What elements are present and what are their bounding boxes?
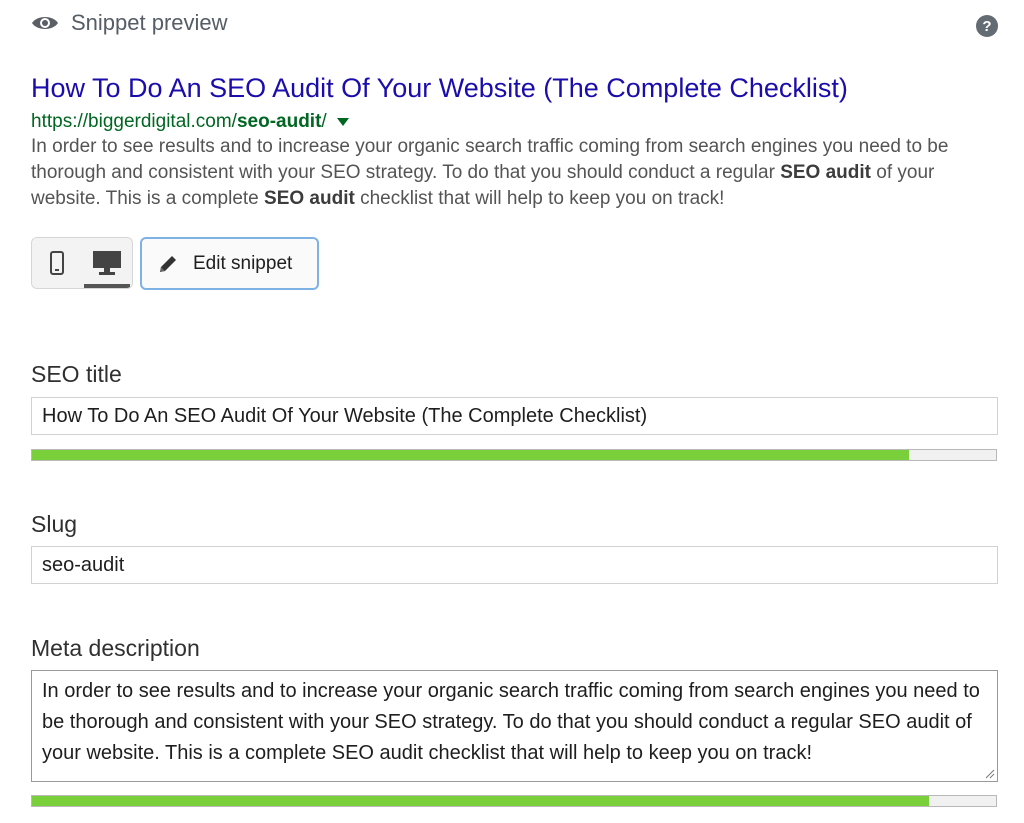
seo-title-progress-fill: [32, 450, 910, 460]
edit-snippet-label: Edit snippet: [193, 252, 293, 274]
seo-title-label: SEO title: [31, 361, 122, 387]
meta-description-label: Meta description: [31, 635, 200, 661]
desktop-preview-button[interactable]: [82, 238, 132, 288]
pencil-icon: [160, 255, 176, 272]
url-base: https://biggerdigital.com/: [31, 111, 237, 132]
preview-mode-switcher: [31, 237, 133, 289]
desc-keyword: SEO audit: [780, 162, 871, 183]
slug-label: Slug: [31, 511, 78, 537]
desktop-monitor-icon: [93, 251, 121, 275]
slug-input[interactable]: seo-audit: [31, 546, 998, 584]
meta-description-text: In order to see results and to increase …: [42, 680, 980, 764]
eye-icon: [31, 13, 59, 33]
seo-title-progress-bar: [31, 449, 997, 461]
url-slug: seo-audit: [236, 111, 322, 132]
edit-snippet-button[interactable]: Edit snippet: [140, 237, 319, 290]
url-trailing: /: [321, 111, 327, 132]
meta-description-progress-fill: [32, 796, 929, 806]
desc-keyword: SEO audit: [264, 188, 355, 209]
seo-title-input[interactable]: How To Do An SEO Audit Of Your Website (…: [31, 397, 998, 435]
snippet-preview-header: Snippet preview: [31, 8, 228, 38]
resize-handle-icon[interactable]: [985, 769, 995, 779]
snippet-description: In order to see results and to increase …: [31, 134, 1001, 212]
meta-description-progress-bar: [31, 795, 997, 807]
meta-description-textarea[interactable]: In order to see results and to increase …: [31, 670, 998, 782]
desc-text: checklist that will help to keep you on …: [354, 188, 725, 209]
snippet-preview-label: Snippet preview: [71, 10, 228, 35]
mobile-preview-button[interactable]: [32, 238, 82, 288]
snippet-title: How To Do An SEO Audit Of Your Website (…: [31, 73, 848, 103]
caret-down-icon: [336, 118, 349, 126]
question-circle-icon[interactable]: ?: [976, 15, 998, 37]
mobile-phone-icon: [50, 251, 64, 275]
snippet-url: https://biggerdigital.com/seo-audit /: [31, 111, 349, 133]
